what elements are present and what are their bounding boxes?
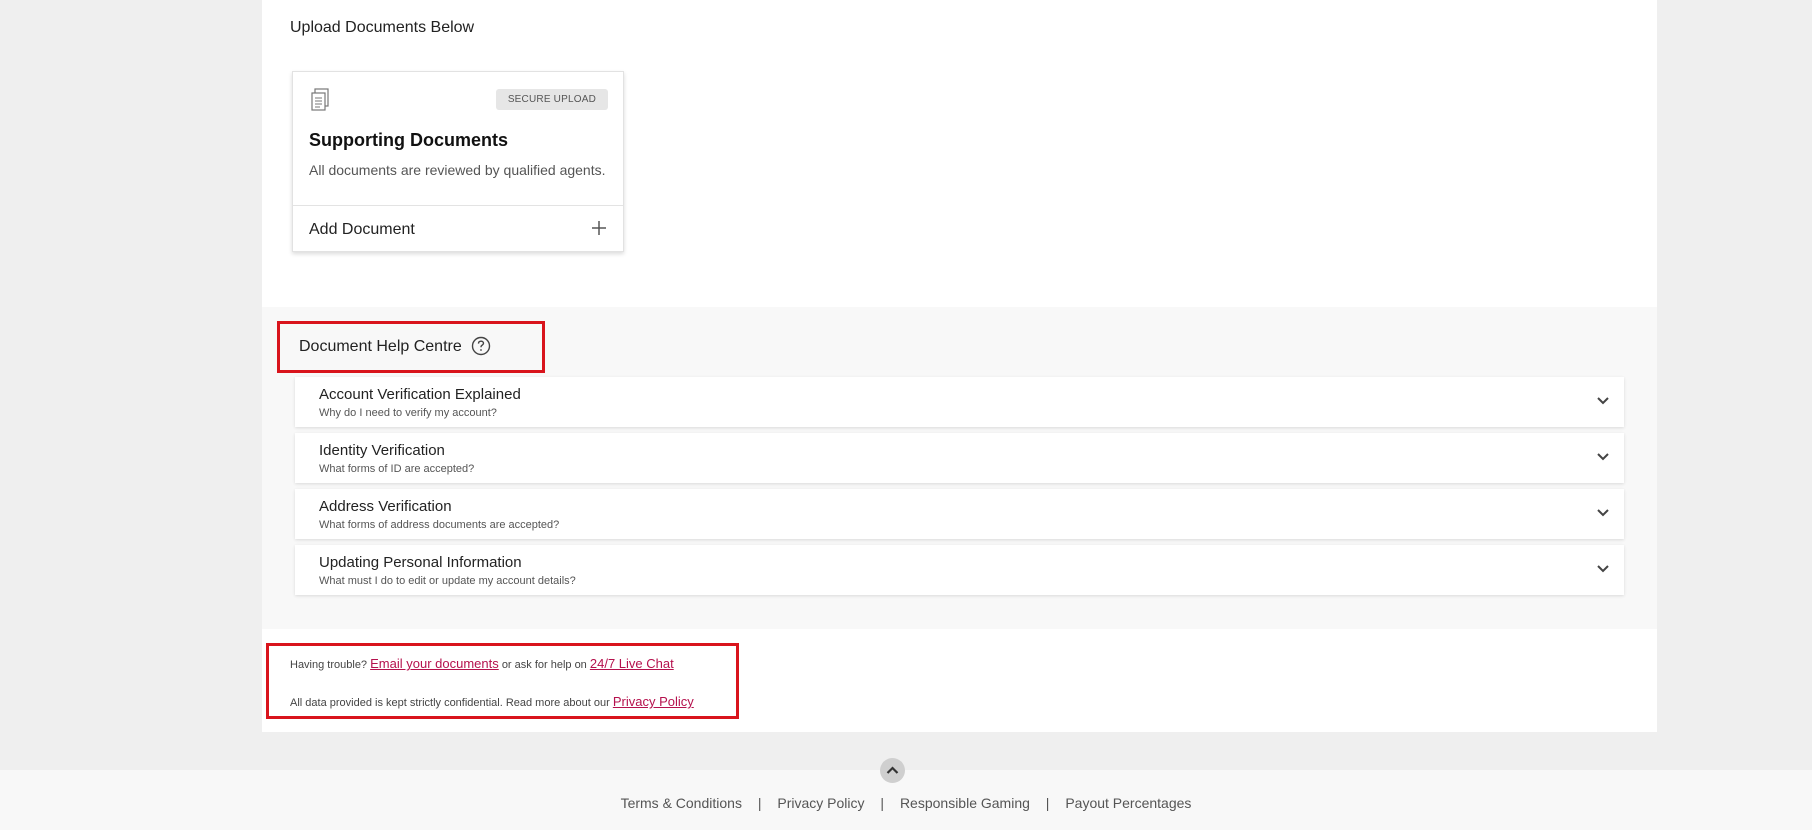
footer-link-terms[interactable]: Terms & Conditions (621, 795, 742, 811)
faq-subtitle: What must I do to edit or update my acco… (319, 575, 576, 587)
faq-title: Address Verification (319, 498, 452, 515)
footer-link-privacy[interactable]: Privacy Policy (777, 795, 864, 811)
secure-upload-badge: SECURE UPLOAD (495, 89, 608, 110)
question-circle-icon[interactable] (471, 336, 491, 356)
footer-link-payout[interactable]: Payout Percentages (1065, 795, 1191, 811)
trouble-middle: or ask for help on (501, 659, 587, 671)
faq-address-verification[interactable]: Address Verification What forms of addre… (295, 489, 1624, 539)
trouble-line: Having trouble? Email your documents or … (290, 656, 674, 671)
faq-subtitle: What forms of address documents are acce… (319, 519, 560, 531)
confidential-text: All data provided is kept strictly confi… (290, 697, 610, 709)
live-chat-link[interactable]: 24/7 Live Chat (590, 656, 674, 671)
footer-separator: | (880, 795, 885, 811)
chevron-down-icon (1597, 397, 1609, 405)
footer-link-responsible-gaming[interactable]: Responsible Gaming (900, 795, 1030, 811)
footer-separator: | (1045, 795, 1050, 811)
add-document-label: Add Document (309, 221, 415, 238)
email-documents-link[interactable]: Email your documents (370, 656, 499, 671)
faq-subtitle: What forms of ID are accepted? (319, 463, 475, 475)
document-icon (311, 88, 329, 111)
trouble-prefix: Having trouble? (290, 659, 368, 671)
help-centre-title: Document Help Centre (299, 338, 462, 355)
confidential-line: All data provided is kept strictly confi… (290, 694, 694, 709)
faq-subtitle: Why do I need to verify my account? (319, 407, 497, 419)
plus-icon (592, 221, 606, 235)
card-description: All documents are reviewed by qualified … (309, 162, 606, 178)
footer-separator: | (757, 795, 762, 811)
chevron-up-icon (886, 766, 899, 774)
chevron-down-icon (1597, 565, 1609, 573)
add-document-button[interactable]: Add Document (293, 206, 623, 253)
chevron-down-icon (1597, 509, 1609, 517)
faq-title: Updating Personal Information (319, 554, 522, 571)
supporting-documents-card: SECURE UPLOAD Supporting Documents All d… (292, 71, 624, 252)
faq-updating-personal-information[interactable]: Updating Personal Information What must … (295, 545, 1624, 595)
scroll-to-top-button[interactable] (880, 758, 905, 783)
chevron-down-icon (1597, 453, 1609, 461)
faq-title: Identity Verification (319, 442, 445, 459)
privacy-policy-link[interactable]: Privacy Policy (613, 694, 694, 709)
card-title: Supporting Documents (309, 130, 508, 150)
faq-account-verification[interactable]: Account Verification Explained Why do I … (295, 377, 1624, 427)
faq-identity-verification[interactable]: Identity Verification What forms of ID a… (295, 433, 1624, 483)
footer-links: Terms & Conditions | Privacy Policy | Re… (0, 795, 1812, 811)
upload-heading: Upload Documents Below (290, 19, 475, 36)
faq-title: Account Verification Explained (319, 386, 521, 403)
